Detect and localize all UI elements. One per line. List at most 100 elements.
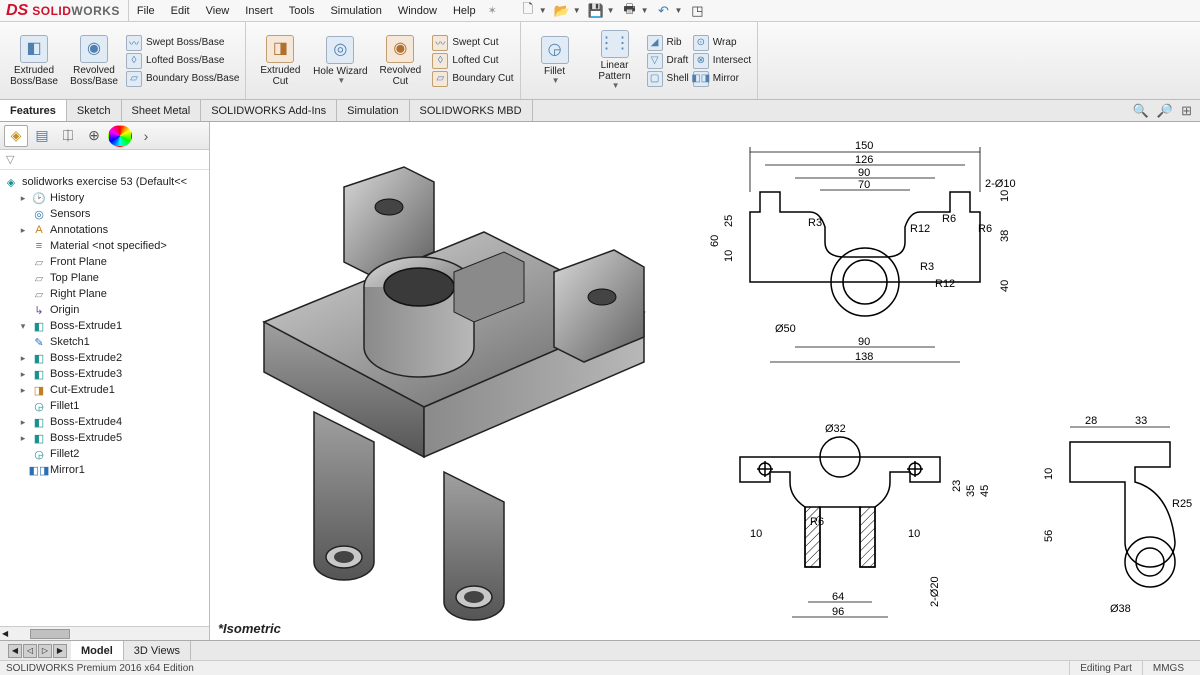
tree-right-plane[interactable]: ▱Right Plane <box>2 286 207 302</box>
status-units[interactable]: MMGS <box>1142 661 1194 675</box>
wrap-button[interactable]: ⊙Wrap <box>693 35 751 51</box>
tab-model[interactable]: Model <box>71 641 124 660</box>
appearance-tab-icon[interactable] <box>108 125 132 147</box>
save-icon[interactable]: 💾 <box>587 2 605 20</box>
svg-text:23: 23 <box>951 480 963 492</box>
scroll-thumb[interactable] <box>30 629 70 639</box>
quick-access-toolbar: 🗋▼ 📂▼ 💾▼ 🖶▼ ↶▼ ◳ <box>519 2 707 20</box>
extrude-feat-icon: ◧ <box>32 431 46 445</box>
config-tab-icon[interactable]: ⎅ <box>56 125 80 147</box>
zoom-area-icon[interactable]: 🔎 <box>1157 103 1173 119</box>
tree-boss-extrude2[interactable]: ▸◧Boss-Extrude2 <box>2 350 207 366</box>
print-icon[interactable]: 🖶 <box>621 2 639 20</box>
tree-root[interactable]: ◈solidworks exercise 53 (Default<< <box>2 174 207 190</box>
tree-top-plane[interactable]: ▱Top Plane <box>2 270 207 286</box>
tree-sensors[interactable]: ◎Sensors <box>2 206 207 222</box>
undo-icon[interactable]: ↶ <box>654 2 672 20</box>
boundary-cut-button[interactable]: ▱Boundary Cut <box>432 71 513 87</box>
zoom-fit-icon[interactable]: 🔍 <box>1133 103 1149 119</box>
tree-front-plane[interactable]: ▱Front Plane <box>2 254 207 270</box>
svg-text:40: 40 <box>999 280 1011 292</box>
menu-help[interactable]: Help <box>445 2 484 20</box>
open-icon[interactable]: 📂 <box>553 2 571 20</box>
tab-3d-views[interactable]: 3D Views <box>124 641 191 660</box>
tree-sketch1[interactable]: ✎Sketch1 <box>2 334 207 350</box>
swept-cut-button[interactable]: 〰Swept Cut <box>432 35 513 51</box>
property-tab-icon[interactable]: ▤ <box>30 125 54 147</box>
boundary-boss-button[interactable]: ▱Boundary Boss/Base <box>126 71 239 87</box>
tree-boss-extrude3[interactable]: ▸◧Boss-Extrude3 <box>2 366 207 382</box>
feature-tree: ◈solidworks exercise 53 (Default<< ▸🕑His… <box>0 170 209 626</box>
shell-button[interactable]: ▢Shell <box>647 71 689 87</box>
part-icon: ◈ <box>4 175 18 189</box>
svg-text:70: 70 <box>858 179 870 191</box>
extrude-feat-icon: ◧ <box>32 351 46 365</box>
swept-boss-button[interactable]: 〰Swept Boss/Base <box>126 35 239 51</box>
new-icon[interactable]: 🗋 <box>519 2 537 20</box>
revolved-cut-button[interactable]: ◉Revolved Cut <box>372 35 428 87</box>
menu-window[interactable]: Window <box>390 2 445 20</box>
lofted-boss-button[interactable]: ◊Lofted Boss/Base <box>126 53 239 69</box>
menu-pin-icon[interactable]: ✶ <box>484 1 501 20</box>
hole-wizard-button[interactable]: ◎Hole Wizard▼ <box>312 36 368 86</box>
feature-tree-tab-icon[interactable]: ◈ <box>4 125 28 147</box>
logo-text-solid: SOLID <box>32 4 71 18</box>
filter-icon: ▽ <box>6 153 14 166</box>
fillet-button[interactable]: ◶Fillet▼ <box>527 36 583 86</box>
ribbon: ◧Extruded Boss/Base ◉Revolved Boss/Base … <box>0 22 1200 100</box>
extruded-boss-button[interactable]: ◧Extruded Boss/Base <box>6 35 62 87</box>
tree-boss-extrude1[interactable]: ▾◧Boss-Extrude1 <box>2 318 207 334</box>
tree-fillet1[interactable]: ◶Fillet1 <box>2 398 207 414</box>
svg-text:R3: R3 <box>808 217 822 229</box>
tree-history[interactable]: ▸🕑History <box>2 190 207 206</box>
linear-pattern-button[interactable]: ⋮⋮Linear Pattern▼ <box>587 30 643 91</box>
graphics-viewport[interactable]: *Isometric <box>210 122 1200 640</box>
view-name-label: *Isometric <box>218 621 281 636</box>
tree-filter[interactable]: ▽ <box>0 150 209 170</box>
extruded-cut-button[interactable]: ◨Extruded Cut <box>252 35 308 87</box>
tree-annotations[interactable]: ▸AAnnotations <box>2 222 207 238</box>
intersect-button[interactable]: ⊗Intersect <box>693 53 751 69</box>
menu-edit[interactable]: Edit <box>163 2 198 20</box>
menu-insert[interactable]: Insert <box>237 2 281 20</box>
svg-text:10: 10 <box>908 528 920 540</box>
dimxpert-tab-icon[interactable]: ⊕ <box>82 125 106 147</box>
svg-text:10: 10 <box>1043 468 1055 480</box>
tab-nav-buttons[interactable]: ◀◁▷▶ <box>4 641 71 660</box>
scroll-left-icon[interactable]: ◀ <box>0 629 10 638</box>
mirror-button[interactable]: ◧◨Mirror <box>693 71 751 87</box>
tab-sheet-metal[interactable]: Sheet Metal <box>122 100 202 121</box>
tab-mbd[interactable]: SOLIDWORKS MBD <box>410 100 533 121</box>
menu-simulation[interactable]: Simulation <box>322 2 389 20</box>
menu-view[interactable]: View <box>198 2 238 20</box>
menu-tools[interactable]: Tools <box>281 2 323 20</box>
isometric-model <box>224 142 654 622</box>
panel-overflow-icon[interactable]: › <box>134 125 158 147</box>
boundary-icon: ▱ <box>126 71 142 87</box>
tab-sketch[interactable]: Sketch <box>67 100 122 121</box>
tree-cut-extrude1[interactable]: ▸◨Cut-Extrude1 <box>2 382 207 398</box>
draft-button[interactable]: ▽Draft <box>647 53 689 69</box>
rebuild-icon[interactable]: ◳ <box>688 2 706 20</box>
shell-icon: ▢ <box>647 71 663 87</box>
tree-scrollbar[interactable]: ◀ <box>0 626 209 640</box>
status-mode: Editing Part <box>1069 661 1142 675</box>
revolved-boss-button[interactable]: ◉Revolved Boss/Base <box>66 35 122 87</box>
fillet-feat-icon: ◶ <box>32 447 46 461</box>
tab-simulation[interactable]: Simulation <box>337 100 409 121</box>
rib-button[interactable]: ◢Rib <box>647 35 689 51</box>
tree-fillet2[interactable]: ◶Fillet2 <box>2 446 207 462</box>
tab-features[interactable]: Features <box>0 100 67 121</box>
svg-text:90: 90 <box>858 167 870 179</box>
tab-addins[interactable]: SOLIDWORKS Add-Ins <box>201 100 337 121</box>
material-icon: ≡ <box>32 239 46 253</box>
tree-origin[interactable]: ↳Origin <box>2 302 207 318</box>
tree-boss-extrude4[interactable]: ▸◧Boss-Extrude4 <box>2 414 207 430</box>
tree-material[interactable]: ≡Material <not specified> <box>2 238 207 254</box>
menu-file[interactable]: File <box>129 2 163 20</box>
lofted-cut-button[interactable]: ◊Lofted Cut <box>432 53 513 69</box>
view-orient-icon[interactable]: ⊞ <box>1181 103 1192 119</box>
svg-text:45: 45 <box>979 485 991 497</box>
tree-boss-extrude5[interactable]: ▸◧Boss-Extrude5 <box>2 430 207 446</box>
tree-mirror1[interactable]: ◧◨Mirror1 <box>2 462 207 478</box>
